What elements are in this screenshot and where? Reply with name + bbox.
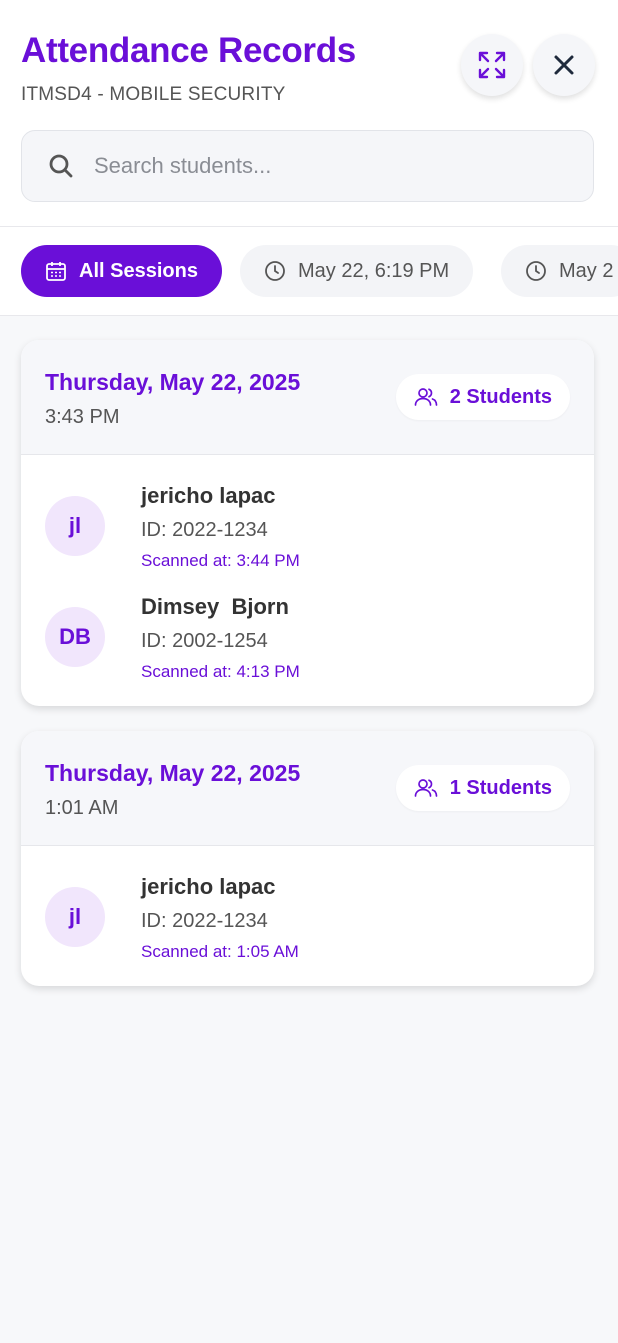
student-name: jericho lapac — [141, 483, 276, 508]
expand-button[interactable] — [461, 34, 523, 96]
student-row[interactable]: jl jericho lapac ID: 2022-1234 Scanned a… — [21, 455, 594, 570]
student-id: ID: 2002-1254 — [141, 630, 268, 652]
student-id: ID: 2022-1234 — [141, 519, 268, 541]
filter-all-sessions[interactable]: All Sessions — [21, 245, 222, 297]
session-card: Thursday, May 22, 2025 3:43 PM 2 Student… — [21, 340, 594, 706]
filter-label: May 22, 6:19 PM — [298, 259, 450, 282]
student-count-badge: 1 Students — [395, 765, 570, 811]
clock-icon — [525, 260, 547, 282]
filter-session-may22-619pm[interactable]: May 22, 6:19 PM — [240, 245, 474, 297]
scanned-time: Scanned at: 1:05 AM — [141, 942, 299, 961]
session-header: Thursday, May 22, 2025 3:43 PM 2 Student… — [21, 340, 594, 455]
expand-icon — [478, 51, 506, 79]
search-box[interactable] — [21, 130, 594, 202]
course-subtitle: ITMSD4 - MOBILE SECURITY — [21, 84, 286, 105]
avatar: jl — [45, 887, 105, 947]
close-icon — [554, 55, 574, 75]
scanned-time: Scanned at: 4:13 PM — [141, 662, 300, 681]
session-time: 3:43 PM — [45, 406, 120, 428]
users-icon — [414, 778, 438, 798]
avatar: jl — [45, 496, 105, 556]
search-icon — [48, 152, 76, 180]
student-count-badge: 2 Students — [395, 374, 570, 420]
session-date: Thursday, May 22, 2025 — [45, 760, 301, 786]
student-row[interactable]: jl jericho lapac ID: 2022-1234 Scanned a… — [21, 846, 594, 961]
filter-label: All Sessions — [79, 259, 198, 282]
student-name: jericho lapac — [141, 874, 276, 899]
session-filter-bar: All Sessions May 22, 6:19 PM May 2 — [0, 227, 618, 316]
student-count-label: 1 Students — [449, 776, 552, 799]
session-time: 1:01 AM — [45, 797, 119, 819]
student-row[interactable]: DB Dimsey Bjorn ID: 2002-1254 Scanned at… — [21, 566, 594, 681]
page-title: Attendance Records — [21, 31, 356, 70]
avatar: DB — [45, 607, 105, 667]
calendar-icon — [45, 260, 67, 282]
filter-session-may2[interactable]: May 2 — [501, 245, 618, 297]
header-panel: Attendance Records ITMSD4 - MOBILE SECUR… — [0, 0, 618, 227]
search-input[interactable] — [94, 153, 554, 179]
clock-icon — [264, 260, 286, 282]
session-date: Thursday, May 22, 2025 — [45, 369, 301, 395]
users-icon — [414, 387, 438, 407]
filter-label: May 2 — [559, 259, 614, 282]
student-count-label: 2 Students — [449, 385, 552, 408]
student-name: Dimsey Bjorn — [141, 594, 289, 619]
student-id: ID: 2022-1234 — [141, 910, 268, 932]
session-header: Thursday, May 22, 2025 1:01 AM 1 Student… — [21, 731, 594, 846]
session-card: Thursday, May 22, 2025 1:01 AM 1 Student… — [21, 731, 594, 986]
close-button[interactable] — [533, 34, 595, 96]
